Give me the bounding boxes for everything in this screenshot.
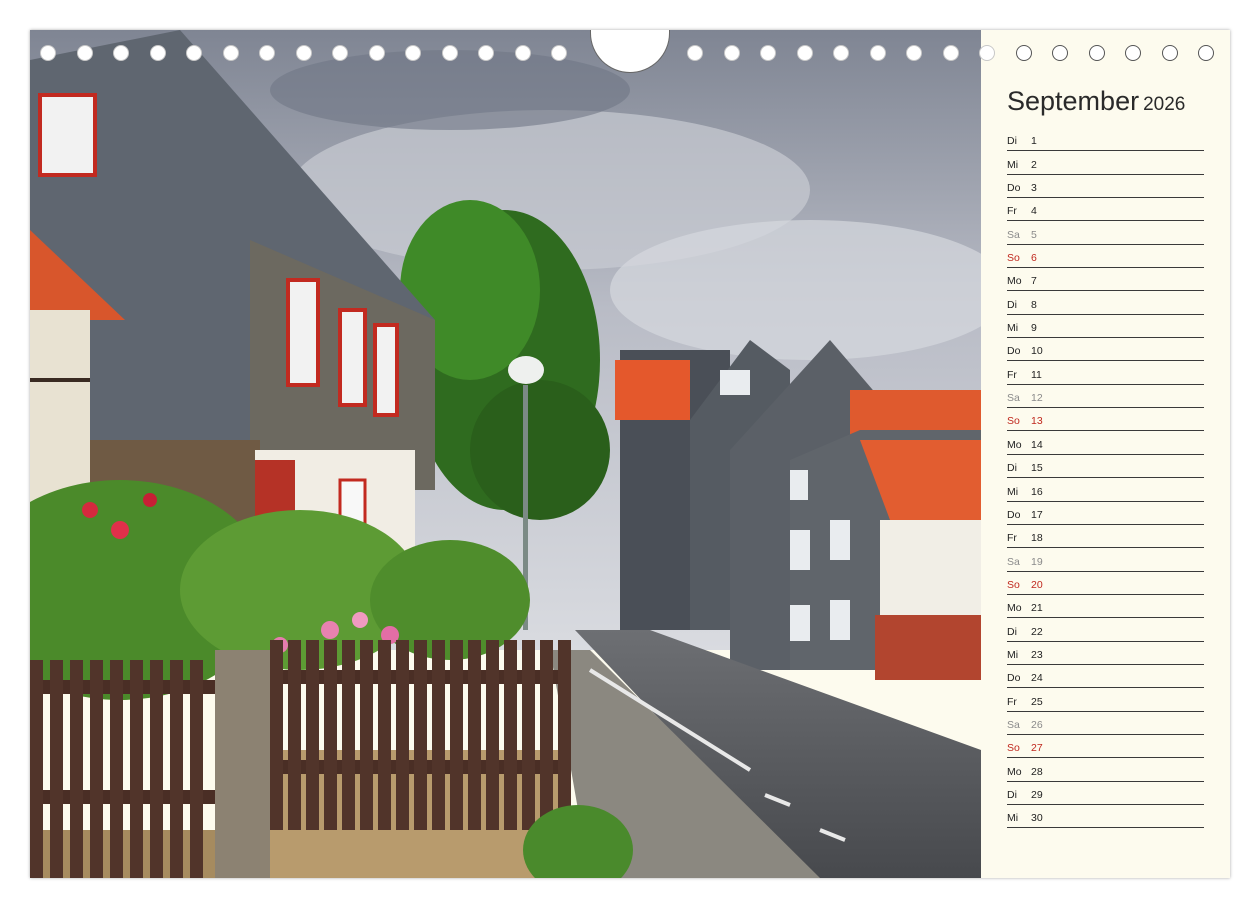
day-row: Fr 11: [1007, 361, 1204, 385]
day-number: 30: [1031, 812, 1043, 825]
day-row: Mi 16: [1007, 478, 1204, 502]
weekday-label: So: [1007, 742, 1020, 755]
day-number: 2: [1031, 158, 1037, 171]
day-number: 10: [1031, 345, 1043, 358]
day-row: Sa 19: [1007, 548, 1204, 572]
day-number: 28: [1031, 765, 1043, 778]
day-number: 3: [1031, 182, 1037, 195]
day-number: 27: [1031, 742, 1043, 755]
day-row: Mo 21: [1007, 595, 1204, 619]
day-row: Sa 12: [1007, 385, 1204, 409]
day-row: Mo 28: [1007, 758, 1204, 782]
day-number: 6: [1031, 252, 1037, 265]
weekday-label: So: [1007, 578, 1020, 591]
day-number: 11: [1031, 368, 1042, 381]
day-row: Do 3: [1007, 175, 1204, 199]
day-row: Di 29: [1007, 782, 1204, 805]
day-row: Di 15: [1007, 455, 1204, 479]
day-number: 20: [1031, 578, 1043, 591]
weekday-label: Mo: [1007, 602, 1022, 615]
year: 2026: [1143, 94, 1186, 115]
day-number: 14: [1031, 438, 1043, 451]
weekday-label: Sa: [1007, 555, 1020, 568]
day-number: 21: [1031, 602, 1043, 615]
day-number: 17: [1031, 508, 1043, 521]
day-number: 23: [1031, 648, 1043, 661]
weekday-label: Mo: [1007, 275, 1022, 288]
weekday-label: Fr: [1007, 532, 1017, 545]
day-row: Di 1: [1007, 128, 1204, 152]
month-name: September: [1007, 86, 1140, 116]
day-row: Do 24: [1007, 665, 1204, 689]
month-title: September 2026: [1007, 86, 1185, 117]
day-number: 24: [1031, 672, 1043, 685]
weekday-label: Sa: [1007, 228, 1020, 241]
weekday-label: Mo: [1007, 438, 1022, 451]
weekday-label: Mi: [1007, 648, 1019, 661]
day-number: 25: [1031, 695, 1043, 708]
day-row: So 20: [1007, 572, 1204, 595]
weekday-label: Fr: [1007, 368, 1017, 381]
weekday-label: Sa: [1007, 392, 1020, 405]
day-number: 16: [1031, 485, 1043, 498]
day-number: 26: [1031, 718, 1043, 731]
weekday-label: Mo: [1007, 765, 1022, 778]
calendar-photo: [30, 30, 981, 878]
day-row: Sa 5: [1007, 221, 1204, 245]
weekday-label: Mi: [1007, 485, 1019, 498]
weekday-label: Sa: [1007, 718, 1020, 731]
day-row: Mi 2: [1007, 151, 1204, 175]
weekday-label: Mi: [1007, 158, 1019, 171]
day-row: Do 10: [1007, 338, 1204, 362]
day-number: 22: [1031, 625, 1043, 638]
weekday-label: Fr: [1007, 205, 1017, 218]
day-row: Fr 4: [1007, 198, 1204, 222]
weekday-label: Do: [1007, 345, 1021, 358]
weekday-label: Do: [1007, 672, 1021, 685]
day-number: 7: [1031, 275, 1037, 288]
day-number: 5: [1031, 228, 1037, 241]
day-number: 12: [1031, 392, 1043, 405]
weekday-label: Fr: [1007, 695, 1017, 708]
day-number: 15: [1031, 462, 1043, 475]
calendar-page: September 2026 Di 1 Mi 2 Do 3 Fr 4 Sa 5 So 6 Mo 7 Di 8 Mi…: [30, 30, 1230, 878]
day-list: Di 1 Mi 2 Do 3 Fr 4 Sa 5 So 6 Mo 7 Di 8 Mi 9 Do 10 Fr 11 Sa 12 S…: [1007, 128, 1204, 829]
weekday-label: Di: [1007, 135, 1017, 148]
day-number: 13: [1031, 415, 1043, 428]
day-number: 8: [1031, 298, 1037, 311]
day-number: 18: [1031, 532, 1043, 545]
day-row: Fr 18: [1007, 525, 1204, 549]
weekday-label: Di: [1007, 462, 1017, 475]
weekday-label: Di: [1007, 625, 1017, 638]
weekday-label: Do: [1007, 182, 1021, 195]
weekday-label: Di: [1007, 298, 1017, 311]
date-panel: September 2026 Di 1 Mi 2 Do 3 Fr 4 Sa 5 So 6 Mo 7 Di 8 Mi…: [981, 30, 1230, 878]
day-number: 19: [1031, 555, 1043, 568]
day-number: 1: [1031, 135, 1037, 148]
day-row: Mo 14: [1007, 431, 1204, 455]
day-number: 9: [1031, 322, 1037, 335]
day-row: Mi 9: [1007, 315, 1204, 339]
weekday-label: So: [1007, 415, 1020, 428]
weekday-label: Do: [1007, 508, 1021, 521]
weekday-label: So: [1007, 252, 1020, 265]
day-number: 29: [1031, 788, 1043, 801]
day-row: Di 22: [1007, 618, 1204, 642]
day-row: So 6: [1007, 245, 1204, 269]
weekday-label: Mi: [1007, 322, 1019, 335]
day-row: Mi 23: [1007, 642, 1204, 665]
day-row: Sa 26: [1007, 712, 1204, 735]
day-row: Di 8: [1007, 291, 1204, 315]
day-row: Do 17: [1007, 502, 1204, 525]
weekday-label: Di: [1007, 788, 1017, 801]
weekday-label: Mi: [1007, 812, 1019, 825]
day-row: So 27: [1007, 735, 1204, 759]
day-row: Mo 7: [1007, 268, 1204, 292]
day-row: Fr 25: [1007, 688, 1204, 712]
day-row: So 13: [1007, 408, 1204, 432]
day-number: 4: [1031, 205, 1037, 218]
day-row: Mi 30: [1007, 805, 1204, 829]
